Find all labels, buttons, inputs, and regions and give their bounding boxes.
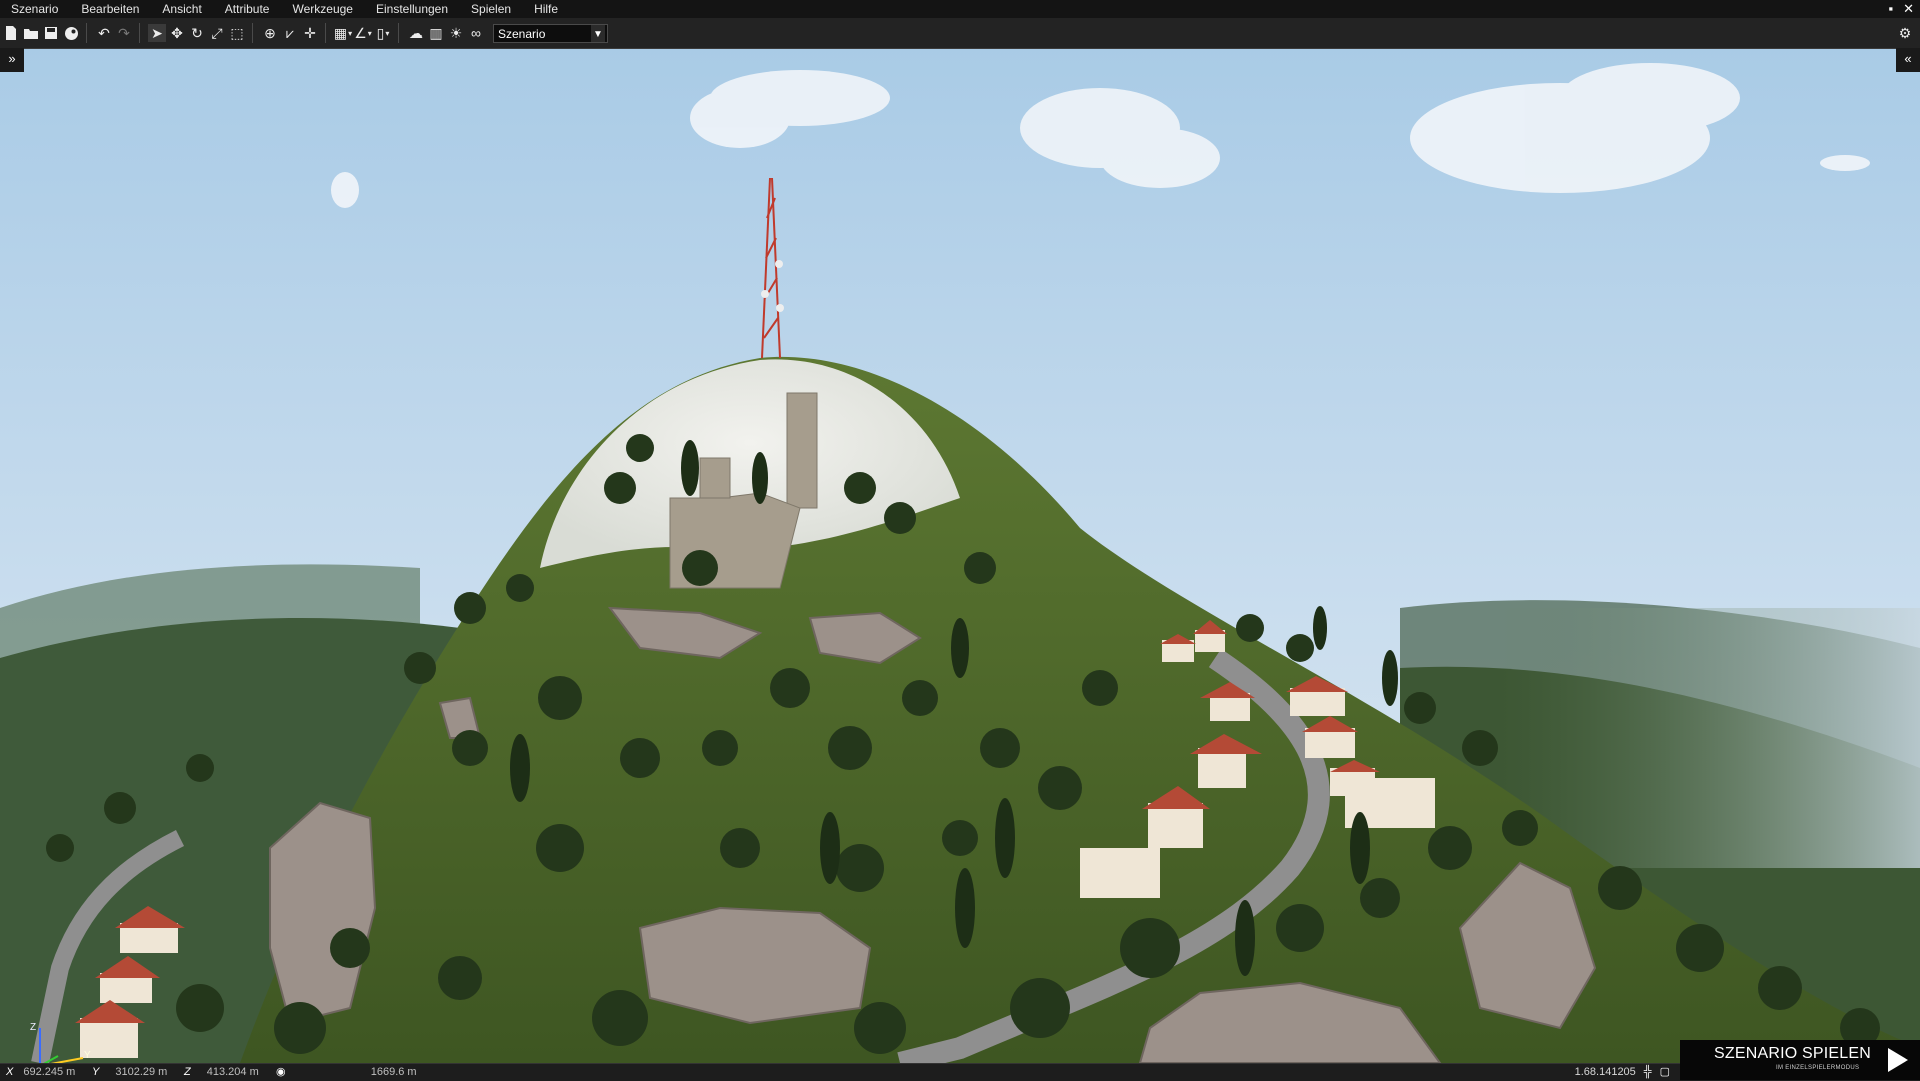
new-file-icon[interactable] (2, 24, 20, 42)
grid-toggle-icon[interactable]: ╬ (1644, 1064, 1652, 1081)
menu-einstellungen[interactable]: Einstellungen (365, 0, 460, 18)
toolbar-separator (325, 23, 326, 43)
coord-z-label: Z (184, 1066, 191, 1078)
toolbar-separator (139, 23, 140, 43)
scale-icon[interactable]: ⤢ (208, 24, 226, 42)
vision-modes-icon[interactable]: ▥ (427, 24, 445, 42)
rotate-icon[interactable]: ↻ (188, 24, 206, 42)
axis-gizmo: Z Y X (30, 1022, 91, 1063)
gizmo-z-label: Z (30, 1022, 36, 1033)
coord-y-label: Y (92, 1066, 100, 1078)
play-scenario-button[interactable]: SZENARIO SPIELEN IM EINZELSPIELERMODUS (1680, 1040, 1920, 1080)
transform-box-icon[interactable]: ⬚ (228, 24, 246, 42)
vertical-snap-icon[interactable]: ✛ (301, 24, 319, 42)
status-right: 1.68.141205 ╬ ▢ (1575, 1064, 1670, 1081)
toolbar-separator (398, 23, 399, 43)
menu-attribute[interactable]: Attribute (214, 0, 282, 18)
binoculars-icon[interactable]: ∞ (467, 24, 485, 42)
move-icon[interactable]: ✥ (168, 24, 186, 42)
toolbar-separator (86, 23, 87, 43)
eye-icon: ◉ (276, 1066, 286, 1078)
3d-viewport[interactable]: Z Y X (0, 48, 1920, 1063)
status-bar: X 692.245 m Y 3102.29 m Z 413.204 m ◉ 16… (0, 1063, 1920, 1081)
menu-szenario[interactable]: Szenario (0, 0, 70, 18)
coord-z: Z 413.204 m (184, 1064, 259, 1081)
menu-ansicht[interactable]: Ansicht (151, 0, 213, 18)
coord-z-value: 413.204 m (206, 1066, 259, 1078)
steam-icon[interactable] (62, 24, 80, 42)
menu-bar: Szenario Bearbeiten Ansicht Attribute We… (0, 0, 1920, 18)
close-window-button[interactable]: ✕ (1903, 0, 1914, 18)
gizmo-y-label: Y (84, 1050, 91, 1061)
coord-y: Y 3102.29 m (92, 1064, 167, 1081)
terrain-snap-icon[interactable]: ⩗ (281, 24, 299, 42)
menu-werkzeuge[interactable]: Werkzeuge (281, 0, 364, 18)
tool-settings-icon[interactable]: ⚙ (1896, 24, 1914, 42)
menu-hilfe[interactable]: Hilfe (523, 0, 570, 18)
redo-icon[interactable]: ↷ (115, 24, 133, 42)
coord-x-label: X (6, 1066, 14, 1078)
toolbar-separator (252, 23, 253, 43)
left-panel-toggle[interactable]: » (0, 48, 24, 72)
right-panel-toggle[interactable]: « (1896, 48, 1920, 72)
view-distance-value: 1669.6 m (370, 1066, 417, 1078)
angle-snap-icon[interactable]: ∠ (354, 24, 372, 42)
coord-y-value: 3102.29 m (115, 1066, 168, 1078)
window-controls: ▪ ✕ (1888, 0, 1914, 18)
terrain-scene (0, 48, 1920, 1063)
coord-x-value: 692.245 m (23, 1066, 76, 1078)
undo-icon[interactable]: ↶ (95, 24, 113, 42)
globe-icon[interactable]: ⊕ (261, 24, 279, 42)
coord-x: X 692.245 m (6, 1064, 75, 1081)
play-icon (1888, 1048, 1908, 1072)
select-cursor-icon[interactable]: ➤ (148, 24, 166, 42)
menu-spielen[interactable]: Spielen (460, 0, 523, 18)
view-distance: ◉ 1669.6 m (276, 1064, 417, 1081)
save-icon[interactable] (42, 24, 60, 42)
restore-window-button[interactable]: ▪ (1888, 0, 1893, 18)
grid-icon[interactable]: ▦ (334, 24, 352, 42)
open-folder-icon[interactable] (22, 24, 40, 42)
version-label: 1.68.141205 (1574, 1066, 1636, 1078)
chevron-down-icon[interactable]: ▼ (591, 24, 605, 42)
mode-select[interactable]: Szenario ▼ (493, 23, 608, 43)
mode-select-value: Szenario (498, 26, 546, 41)
fullscreen-icon[interactable]: ▢ (1660, 1064, 1670, 1081)
toolbar: ↶ ↷ ➤ ✥ ↻ ⤢ ⬚ ⊕ ⩗ ✛ ▦ ∠ ▯ ☁ ▥ ☀ ∞ Szenar… (0, 18, 1920, 49)
lighting-icon[interactable]: ☀ (447, 24, 465, 42)
weather-icon[interactable]: ☁ (407, 24, 425, 42)
menu-bearbeiten[interactable]: Bearbeiten (70, 0, 151, 18)
scale-snap-icon[interactable]: ▯ (374, 24, 392, 42)
